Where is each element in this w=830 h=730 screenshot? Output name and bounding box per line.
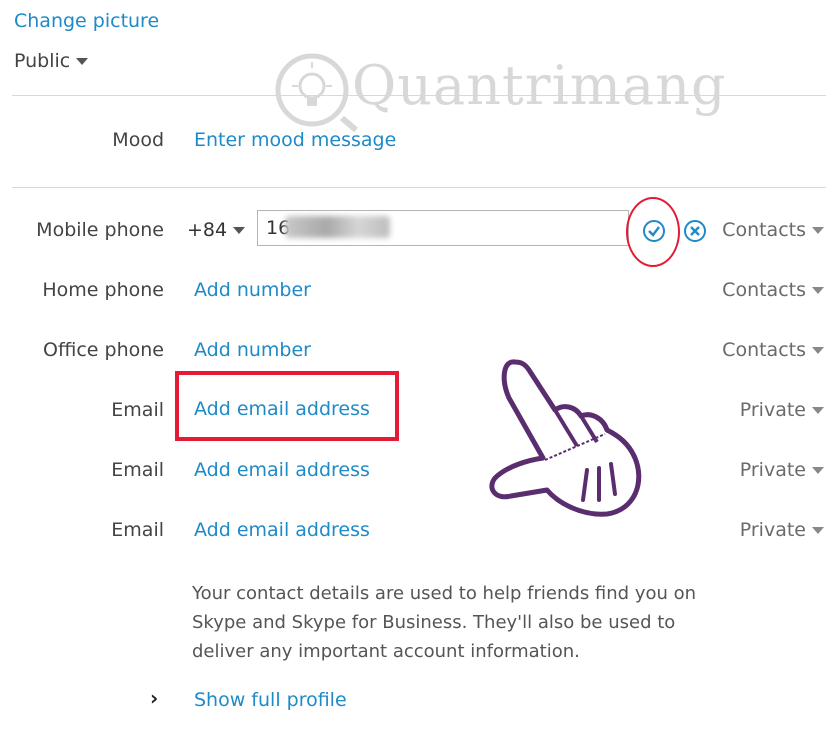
home-phone-visibility-label: Contacts — [722, 279, 806, 301]
cancel-x-icon — [690, 226, 700, 236]
email-visibility-label: Private — [739, 519, 806, 541]
email-visibility-dropdown[interactable]: Private — [740, 459, 824, 481]
dropdown-caret-icon — [76, 58, 89, 65]
watermark-text: Quantrimang — [352, 54, 727, 117]
divider — [12, 187, 826, 188]
cancel-button[interactable] — [684, 220, 706, 242]
home-phone-label: Home phone — [42, 279, 164, 301]
mobile-visibility-label: Contacts — [722, 219, 806, 241]
mood-label: Mood — [112, 129, 164, 151]
email-label: Email — [111, 459, 164, 481]
divider — [12, 95, 826, 96]
mood-message-link[interactable]: Enter mood message — [194, 129, 396, 151]
chevron-right-icon[interactable]: › — [150, 686, 158, 710]
mobile-phone-label: Mobile phone — [36, 219, 164, 241]
dropdown-caret-icon — [812, 527, 824, 534]
office-phone-visibility-dropdown[interactable]: Contacts — [722, 339, 824, 361]
info-text-line: Skype and Skype for Business. They'll al… — [192, 612, 676, 633]
email-visibility-dropdown[interactable]: Private — [740, 519, 824, 541]
dropdown-caret-icon — [812, 347, 824, 354]
dropdown-caret-icon — [812, 227, 824, 234]
mobile-visibility-dropdown[interactable]: Contacts — [722, 219, 824, 241]
email-visibility-label: Private — [739, 459, 806, 481]
change-picture-link[interactable]: Change picture — [14, 10, 159, 32]
email-add-link[interactable]: Add email address — [194, 459, 370, 481]
home-phone-visibility-dropdown[interactable]: Contacts — [722, 279, 824, 301]
dropdown-caret-icon — [812, 407, 824, 414]
dropdown-caret-icon — [812, 287, 824, 294]
info-text-line: deliver any important account informatio… — [192, 641, 580, 662]
office-phone-label: Office phone — [43, 339, 164, 361]
email-label: Email — [111, 519, 164, 541]
profile-visibility-dropdown[interactable]: Public — [14, 50, 89, 72]
confirm-check-icon — [648, 226, 660, 237]
country-code-value: +84 — [187, 219, 228, 241]
profile-visibility-label: Public — [14, 50, 71, 72]
info-text-line: Your contact details are used to help fr… — [192, 583, 697, 604]
show-full-profile-link[interactable]: Show full profile — [194, 689, 347, 711]
country-code-dropdown[interactable]: +84 — [187, 219, 246, 241]
email-add-link[interactable]: Add email address — [194, 398, 370, 420]
dropdown-caret-icon — [812, 467, 824, 474]
office-phone-visibility-label: Contacts — [722, 339, 806, 361]
confirm-button[interactable] — [643, 220, 665, 242]
email-add-link[interactable]: Add email address — [194, 519, 370, 541]
email-visibility-label: Private — [739, 399, 806, 421]
dropdown-caret-icon — [233, 227, 246, 234]
email-label: Email — [111, 399, 164, 421]
email-visibility-dropdown[interactable]: Private — [740, 399, 824, 421]
redacted-number — [285, 216, 390, 238]
office-phone-add-link[interactable]: Add number — [194, 339, 311, 361]
hand-pointer-icon — [489, 359, 642, 517]
home-phone-add-link[interactable]: Add number — [194, 279, 311, 301]
